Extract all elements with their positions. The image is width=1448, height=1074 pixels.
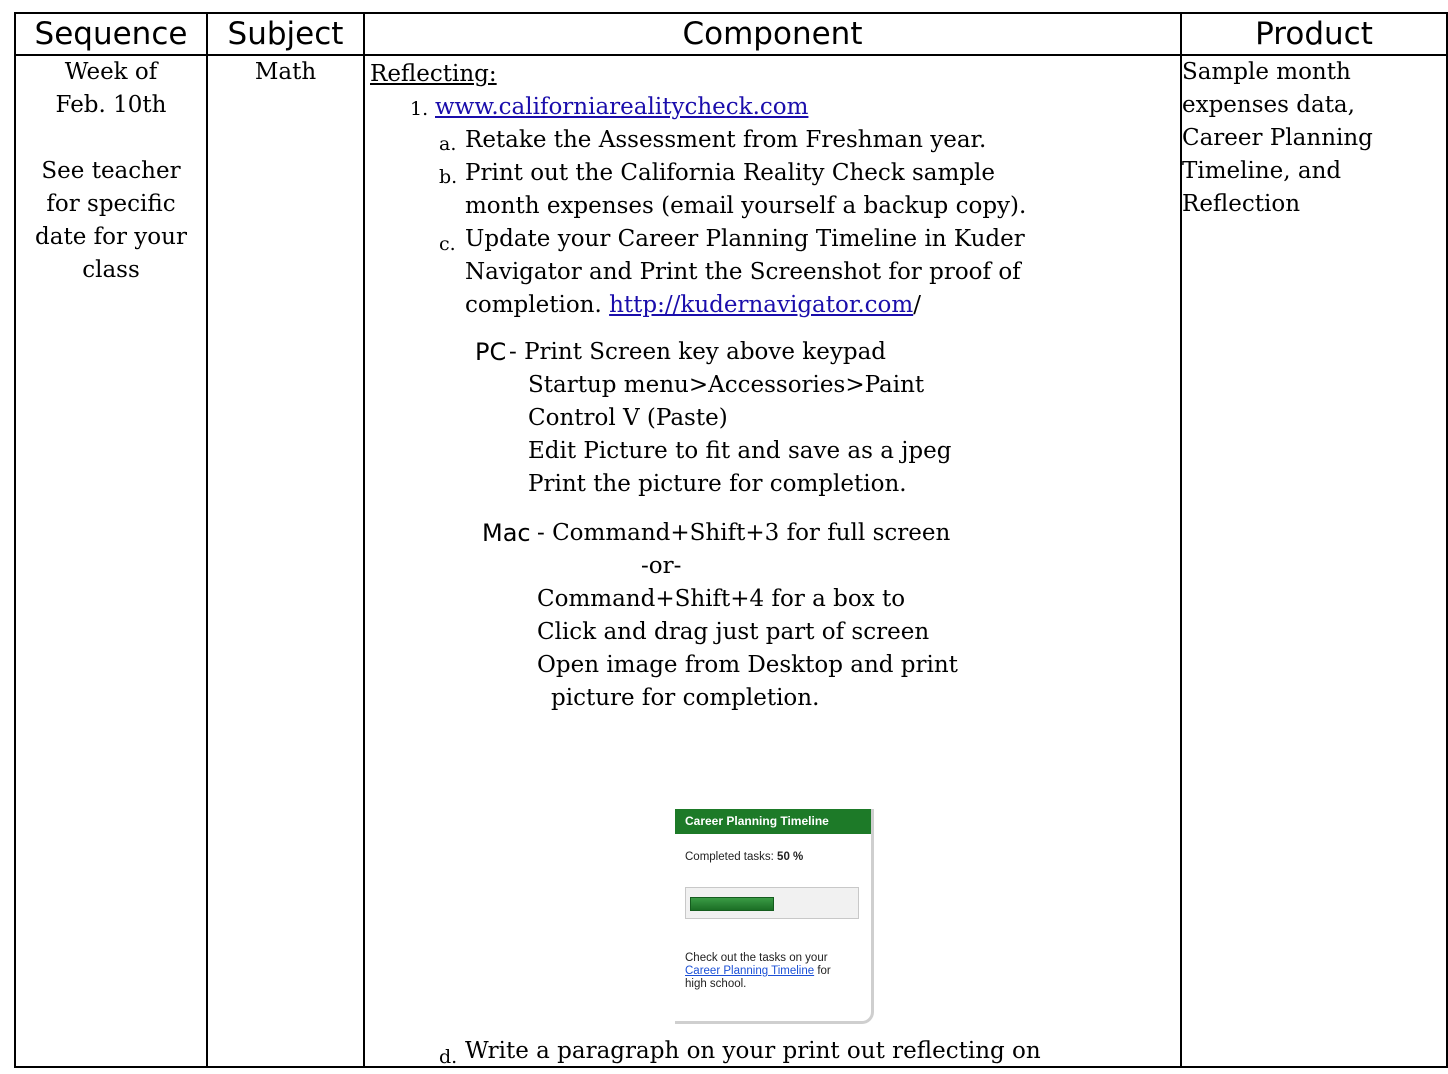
mac-line: - Command+Shift+3 for full screen (537, 520, 951, 546)
widget-title: Career Planning Timeline (675, 809, 871, 834)
sequence-cell: Week of Feb. 10th See teacher for specif… (14, 54, 208, 1068)
completed-tasks-text: Completed tasks: 50 % (685, 851, 803, 863)
component-heading: Reflecting: (370, 61, 497, 87)
component-cell: Reflecting: 1. www.californiarealitychec… (363, 54, 1182, 1068)
pc-line: Print the picture for completion. (528, 471, 907, 497)
sequence-line: class (82, 257, 140, 283)
widget-text: Check out the tasks on your Career Plann… (685, 952, 831, 991)
table-row: Week of Feb. 10th See teacher for specif… (14, 54, 1448, 1068)
kuder-navigator-link[interactable]: http://kudernavigator.com (609, 292, 913, 318)
sequence-line: Week of (64, 59, 158, 85)
item-c-line: Navigator and Print the Screenshot for p… (465, 259, 1021, 285)
widget-text-line: high school. (685, 978, 747, 990)
header-subject: Subject (206, 12, 365, 56)
item-c-line: completion. http://kudernavigator.com/ (465, 289, 921, 322)
pc-label: PC (475, 338, 507, 366)
item-c-prefix: completion. (465, 292, 610, 318)
header-product: Product (1180, 12, 1448, 56)
completed-value: 50 % (777, 851, 804, 863)
item-b-line: Print out the California Reality Check s… (465, 160, 996, 186)
sequence-line: date for your (35, 224, 187, 250)
subject-cell: Math (206, 54, 365, 1068)
progress-fill (690, 897, 774, 911)
item-a-text: Retake the Assessment from Freshman year… (465, 127, 987, 153)
sequence-line: See teacher (41, 158, 181, 184)
product-line: Reflection (1182, 191, 1301, 217)
product-cell: Sample month expenses data, Career Plann… (1180, 54, 1448, 1068)
widget-text-line: Check out the tasks on your (685, 952, 828, 964)
reality-check-link[interactable]: www.californiarealitycheck.com (435, 91, 808, 124)
product-line: Timeline, and (1182, 158, 1342, 184)
product-line: expenses data, (1182, 92, 1355, 118)
mac-line: Command+Shift+4 for a box to (537, 586, 906, 612)
progress-bar (685, 887, 859, 919)
pc-line: Startup menu>Accessories>Paint (528, 372, 925, 398)
pc-line: Control V (Paste) (528, 405, 728, 431)
sequence-line: for specific (46, 191, 176, 217)
item-label-d: d. (439, 1046, 458, 1068)
mac-line: picture for completion. (551, 685, 820, 711)
item-b-line: month expenses (email yourself a backup … (465, 193, 1027, 219)
mac-label: Mac (482, 519, 531, 547)
widget-text-after-link: for (814, 965, 831, 977)
widget-text-line: Career Planning Timeline for (685, 965, 831, 978)
item-c-suffix: / (913, 292, 921, 318)
pc-line: - Print Screen key above keypad (509, 339, 887, 365)
product-line: Sample month (1182, 59, 1351, 85)
item-c-line: Update your Career Planning Timeline in … (465, 226, 1025, 252)
item-label-a: a. (439, 133, 457, 155)
item-label-c: c. (439, 233, 456, 255)
completed-label: Completed tasks: (685, 851, 778, 863)
item-d-text: Write a paragraph on your print out refl… (465, 1038, 1041, 1064)
mac-line: Click and drag just part of screen (537, 619, 930, 645)
schedule-table: Sequence Subject Component Product Week … (14, 12, 1448, 1068)
product-line: Career Planning (1182, 125, 1373, 151)
header-row: Sequence Subject Component Product (14, 12, 1448, 56)
item-number: 1. (410, 98, 429, 120)
sequence-line: Feb. 10th (55, 92, 167, 118)
item-label-b: b. (439, 166, 458, 188)
header-component: Component (363, 12, 1182, 56)
mac-line: Open image from Desktop and print (537, 652, 958, 678)
timeline-link[interactable]: Career Planning Timeline (685, 965, 814, 977)
career-timeline-widget: Career Planning Timeline Completed tasks… (675, 809, 874, 1024)
pc-line: Edit Picture to fit and save as a jpeg (528, 438, 952, 464)
header-sequence: Sequence (14, 12, 208, 56)
mac-or: -or- (641, 553, 682, 579)
subject-text: Math (254, 59, 317, 85)
document-page: Sequence Subject Component Product Week … (0, 0, 1448, 1068)
